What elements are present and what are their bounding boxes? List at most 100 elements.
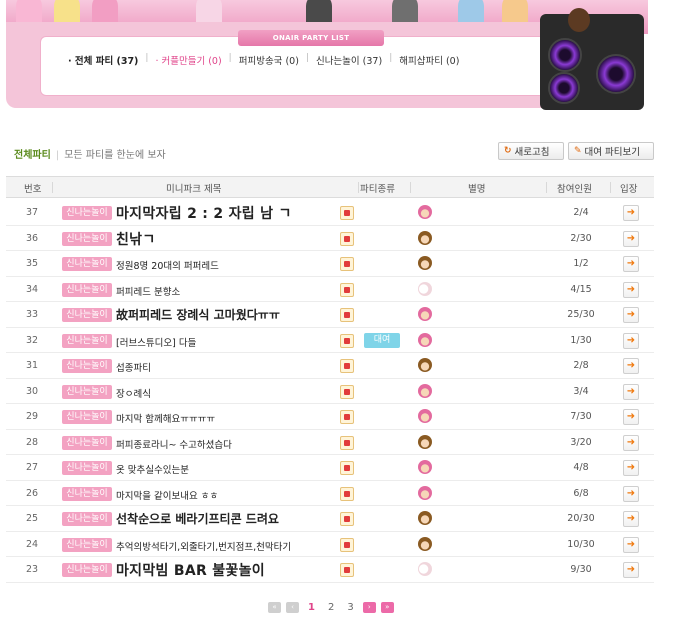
party-title-link[interactable]: 옷 맞추실수있는분 bbox=[116, 462, 189, 476]
participants-count: 9/30 bbox=[570, 564, 592, 575]
table-row[interactable]: 32 신나는놀이 [러브스튜디오] 다들 대여 1/30 ➜ bbox=[6, 328, 654, 353]
page-1[interactable]: 1 bbox=[304, 602, 319, 613]
party-banner: ONAIR PARTY LIST · 전체 파티 (37) | · 커플만들기 … bbox=[6, 0, 648, 112]
party-title-link[interactable]: 마지막자립 2 : 2 자립 남 ㄱ bbox=[116, 203, 292, 223]
enter-arrow-icon[interactable]: ➜ bbox=[623, 434, 639, 451]
enter-arrow-icon[interactable]: ➜ bbox=[623, 332, 639, 349]
host-avatar-icon[interactable] bbox=[418, 536, 432, 551]
party-title-link[interactable]: 마지막 함께해요ㅠㅠㅠㅠ bbox=[116, 411, 215, 425]
first-page-icon[interactable]: « bbox=[268, 602, 281, 613]
enter-arrow-icon[interactable]: ➜ bbox=[623, 281, 639, 298]
party-title-link[interactable]: [러브스튜디오] 다들 bbox=[116, 335, 196, 349]
host-avatar-icon[interactable] bbox=[418, 358, 432, 372]
onair-party-list-tag: ONAIR PARTY LIST bbox=[238, 30, 384, 46]
host-avatar-icon[interactable] bbox=[418, 434, 432, 449]
table-row[interactable]: 25 신나는놀이 선착순으로 베라기프티콘 드려요 20/30 ➜ bbox=[6, 506, 654, 532]
enter-arrow-icon[interactable]: ➜ bbox=[623, 307, 639, 323]
host-avatar-icon[interactable] bbox=[418, 383, 432, 398]
enter-arrow-icon[interactable]: ➜ bbox=[623, 409, 639, 425]
host-avatar-icon[interactable] bbox=[418, 307, 432, 321]
table-row[interactable]: 27 신나는놀이 옷 맞추실수있는분 4/8 ➜ bbox=[6, 455, 654, 481]
rental-party-label: 대여 파티보기 bbox=[584, 147, 641, 158]
host-avatar-icon[interactable] bbox=[418, 511, 432, 525]
page-3[interactable]: 3 bbox=[343, 602, 357, 613]
host-avatar-icon[interactable] bbox=[418, 230, 432, 245]
party-title-link[interactable]: 마지막을 같이보내요 ㅎㅎ bbox=[116, 488, 218, 502]
participants-count: 1/30 bbox=[570, 334, 592, 346]
host-avatar-icon[interactable] bbox=[418, 205, 432, 219]
table-row[interactable]: 36 신나는놀이 친낚ㄱ 2/30 ➜ bbox=[6, 226, 654, 251]
party-type-icon bbox=[340, 486, 354, 501]
category-tag: 신나는놀이 bbox=[62, 461, 112, 475]
party-title-link[interactable]: 친낚ㄱ bbox=[116, 229, 156, 249]
table-row[interactable]: 37 신나는놀이 마지막자립 2 : 2 자립 남 ㄱ 2/4 ➜ bbox=[6, 200, 654, 226]
enter-arrow-icon[interactable]: ➜ bbox=[623, 485, 639, 502]
row-number: 36 bbox=[25, 232, 39, 244]
party-title-link[interactable]: 추억의방석타기,외줄타기,번지점프,천막타기 bbox=[116, 539, 291, 553]
party-title-link[interactable]: 정원8명 20대의 퍼퍼레드 bbox=[116, 258, 219, 272]
host-avatar-icon[interactable] bbox=[418, 281, 432, 296]
enter-arrow-icon[interactable]: ➜ bbox=[623, 536, 639, 553]
nav-happy-shop[interactable]: 해피샵파티 (0) bbox=[395, 53, 463, 67]
participants-count: 4/8 bbox=[573, 462, 589, 473]
participants-count: 20/30 bbox=[567, 513, 595, 524]
enter-arrow-icon[interactable]: ➜ bbox=[623, 383, 639, 400]
party-title-link[interactable]: 장ㅇ례식 bbox=[116, 386, 151, 400]
rental-party-button[interactable]: ✎ 대여 파티보기 bbox=[568, 142, 654, 160]
enter-arrow-icon[interactable]: ➜ bbox=[623, 358, 639, 374]
nav-puppy-broadcast[interactable]: 퍼피방송국 (0) bbox=[235, 53, 303, 67]
table-row[interactable]: 23 신나는놀이 마지막빔 BAR 불꽃놀이 9/30 ➜ bbox=[6, 557, 654, 583]
category-tag: 신나는놀이 bbox=[62, 435, 112, 450]
row-number: 23 bbox=[25, 564, 39, 575]
host-avatar-icon[interactable] bbox=[418, 256, 432, 270]
nav-all-party[interactable]: · 전체 파티 (37) bbox=[64, 53, 142, 67]
row-number: 37 bbox=[25, 207, 39, 218]
party-title-link[interactable]: 故퍼피레드 장례식 고마웠다ㅠㅠ bbox=[116, 306, 280, 323]
host-avatar-icon[interactable] bbox=[418, 409, 432, 423]
participants-count: 2/8 bbox=[573, 360, 589, 371]
participants-count: 2/30 bbox=[570, 232, 592, 244]
host-avatar-icon[interactable] bbox=[418, 562, 432, 576]
enter-arrow-icon[interactable]: ➜ bbox=[623, 230, 639, 247]
category-tag: 신나는놀이 bbox=[62, 486, 112, 501]
table-row[interactable]: 29 신나는놀이 마지막 함께해요ㅠㅠㅠㅠ 7/30 ➜ bbox=[6, 404, 654, 430]
page-2[interactable]: 2 bbox=[324, 602, 338, 613]
table-row[interactable]: 24 신나는놀이 추억의방석타기,외줄타기,번지점프,천막타기 10/30 ➜ bbox=[6, 532, 654, 557]
enter-arrow-icon[interactable]: ➜ bbox=[623, 562, 639, 578]
refresh-button[interactable]: ↻ 새로고침 bbox=[498, 142, 564, 160]
table-row[interactable]: 33 신나는놀이 故퍼피레드 장례식 고마웠다ㅠㅠ 25/30 ➜ bbox=[6, 302, 654, 328]
last-page-icon[interactable]: » bbox=[380, 602, 394, 613]
host-avatar-icon[interactable] bbox=[418, 460, 432, 474]
table-row[interactable]: 28 신나는놀이 퍼피종료라니~ 수고하셨습다 3/20 ➜ bbox=[6, 430, 654, 455]
party-type-icon bbox=[340, 537, 354, 552]
party-title-link[interactable]: 마지막빔 BAR 불꽃놀이 bbox=[116, 560, 265, 580]
participants-count: 6/8 bbox=[573, 487, 589, 499]
enter-arrow-icon[interactable]: ➜ bbox=[623, 460, 639, 476]
prev-page-icon[interactable]: ‹ bbox=[286, 602, 299, 613]
party-title-link[interactable]: 퍼피종료라니~ 수고하셨습다 bbox=[116, 437, 232, 451]
host-avatar-icon[interactable] bbox=[418, 332, 432, 347]
next-page-icon[interactable]: › bbox=[362, 602, 376, 613]
enter-arrow-icon[interactable]: ➜ bbox=[623, 205, 639, 221]
nav-divider: | bbox=[228, 53, 232, 63]
party-type-icon bbox=[340, 512, 354, 526]
row-number: 33 bbox=[25, 309, 39, 320]
table-row[interactable]: 34 신나는놀이 퍼피레드 분향소 4/15 ➜ bbox=[6, 277, 654, 302]
party-type-icon bbox=[340, 435, 354, 450]
nav-divider: | bbox=[389, 53, 393, 63]
party-table-header: 번호 미니파크 제목 파티종류 별명 참여인원 입장 bbox=[6, 176, 654, 198]
nav-couple[interactable]: · 커플만들기 (0) bbox=[151, 53, 225, 67]
enter-arrow-icon[interactable]: ➜ bbox=[623, 256, 639, 272]
host-avatar-icon[interactable] bbox=[418, 485, 432, 500]
table-row[interactable]: 26 신나는놀이 마지막을 같이보내요 ㅎㅎ 6/8 ➜ bbox=[6, 481, 654, 506]
crumb-description: 모든 파티를 한눈에 보자 bbox=[64, 150, 166, 161]
table-row[interactable]: 31 신나는놀이 섭종파티 2/8 ➜ bbox=[6, 353, 654, 379]
table-row[interactable]: 35 신나는놀이 정원8명 20대의 퍼퍼레드 1/2 ➜ bbox=[6, 251, 654, 277]
pagination: « ‹ 1 2 3 › » bbox=[268, 602, 394, 613]
party-title-link[interactable]: 퍼피레드 분향소 bbox=[116, 284, 180, 298]
party-title-link[interactable]: 섭종파티 bbox=[116, 360, 151, 374]
nav-fun-play[interactable]: 신나는놀이 (37) bbox=[312, 53, 386, 67]
party-title-link[interactable]: 선착순으로 베라기프티콘 드려요 bbox=[116, 510, 279, 527]
table-row[interactable]: 30 신나는놀이 장ㅇ례식 3/4 ➜ bbox=[6, 379, 654, 404]
enter-arrow-icon[interactable]: ➜ bbox=[623, 511, 639, 527]
